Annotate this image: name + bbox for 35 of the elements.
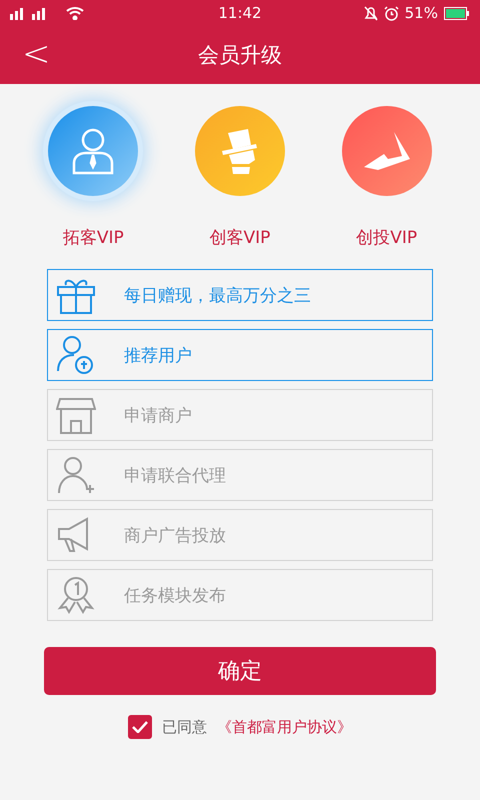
feature-label: 每日赠现，最高万分之三 (124, 284, 311, 306)
feature-label: 推荐用户 (124, 344, 192, 366)
feature-label: 申请商户 (124, 404, 192, 426)
page-title: 会员升级 (198, 42, 282, 69)
top-hat-icon (220, 127, 260, 175)
shop-icon (56, 395, 96, 435)
tier-option[interactable] (48, 106, 138, 196)
back-button[interactable]: < (22, 34, 50, 74)
tier-name: 创投VIP (356, 227, 418, 249)
feature-label: 任务模块发布 (124, 584, 226, 606)
agree-text: 已同意 (162, 718, 207, 736)
add-user-icon (56, 455, 96, 495)
confirm-button[interactable]: 确定 (44, 647, 436, 695)
award-icon (56, 575, 96, 615)
battery-percent: 51% (404, 4, 438, 22)
alarm-icon (384, 6, 399, 20)
agreement-link[interactable]: 《首都富用户协议》 (217, 718, 352, 736)
battery-icon (444, 6, 470, 20)
feature-label: 商户广告投放 (124, 524, 226, 546)
user-badge-icon (56, 335, 96, 375)
feature-row[interactable]: 商户广告投放 (47, 509, 433, 561)
feature-label: 申请联合代理 (124, 464, 226, 486)
wifi-icon (66, 6, 84, 20)
feature-row[interactable]: 推荐用户 (47, 329, 433, 381)
bell-icon (364, 6, 378, 20)
check-icon (132, 721, 148, 733)
tier-name: 拓客VIP (62, 227, 124, 249)
person-icon (71, 127, 116, 175)
feature-row[interactable]: 申请商户 (47, 389, 433, 441)
tier-name: 创客VIP (210, 227, 270, 249)
feature-row[interactable]: 申请联合代理 (47, 449, 433, 501)
status-time: 11:42 (218, 4, 262, 22)
feature-row[interactable]: 任务模块发布 (47, 569, 433, 621)
agree-checkbox[interactable] (128, 715, 152, 739)
feature-row[interactable]: 每日赠现，最高万分之三 (47, 269, 433, 321)
